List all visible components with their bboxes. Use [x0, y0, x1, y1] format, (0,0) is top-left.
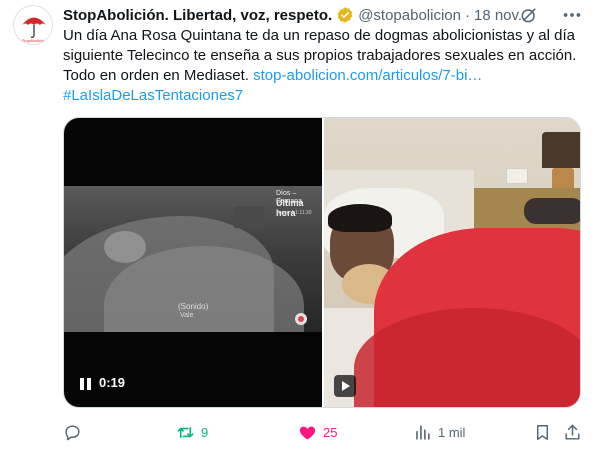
scene-lamp	[542, 132, 580, 168]
video-frame[interactable]: Díos – Semana Última hora Tengo 4 1:11:3…	[64, 186, 322, 332]
like-count: 25	[323, 424, 338, 440]
video-scene-head	[104, 231, 146, 263]
tweet-actions: 9 25 1 mil	[63, 420, 583, 444]
avatar[interactable]: StopAbolición	[13, 5, 53, 45]
bookmark-icon	[537, 424, 548, 440]
author-handle[interactable]: @stopabolicion	[358, 7, 461, 24]
retweet-count: 9	[201, 424, 209, 440]
scene-objects	[524, 198, 580, 224]
avatar-logo-text: StopAbolición	[22, 38, 46, 43]
views-count: 1 mil	[438, 424, 466, 440]
reply-button[interactable]	[63, 420, 82, 444]
hashtag-link[interactable]: #LaIslaDeLasTentaciones7	[63, 87, 243, 104]
separator-dot: ·	[464, 6, 470, 24]
media-thumbnail[interactable]	[322, 118, 580, 407]
bookmark-button[interactable]	[533, 420, 552, 444]
video-overlay-caption-2: Vale	[180, 312, 194, 319]
play-icon[interactable]	[334, 375, 356, 397]
views-button[interactable]: 1 mil	[413, 420, 465, 444]
scene-person-hair	[328, 204, 392, 232]
tweet-date[interactable]: 18 nov.	[474, 7, 522, 24]
views-chart-icon	[416, 424, 430, 440]
video-overlay-sub: Tengo 4 1:11:30	[276, 210, 312, 216]
pause-icon[interactable]	[80, 376, 94, 392]
share-button[interactable]	[563, 420, 582, 444]
tweet-media: Díos – Semana Última hora Tengo 4 1:11:3…	[63, 117, 581, 408]
share-icon	[565, 424, 580, 440]
verified-badge-icon[interactable]	[336, 6, 354, 24]
retweet-button[interactable]: 9	[176, 420, 208, 444]
video-overlay-caption: (Sonido)	[178, 302, 209, 311]
article-link[interactable]: stop-abolicion.com/articulos/7-bi…	[253, 67, 482, 84]
more-options-icon[interactable]	[561, 4, 583, 26]
video-scene-lamp	[234, 206, 264, 228]
channel-logo-icon	[295, 313, 307, 325]
like-button[interactable]: 25	[298, 420, 337, 444]
grok-icon[interactable]	[519, 5, 539, 25]
heart-icon	[299, 426, 316, 440]
tweet-text: Un día Ana Rosa Quintana te da un repaso…	[63, 26, 583, 106]
video-time: 0:19	[99, 375, 126, 390]
reply-icon	[65, 424, 80, 440]
retweet-icon	[177, 426, 194, 438]
tweet-header: StopAbolición. Libertad, voz, respeto. @…	[63, 4, 583, 26]
scene-socket	[506, 168, 528, 184]
video-player[interactable]: Díos – Semana Última hora Tengo 4 1:11:3…	[64, 118, 322, 407]
author-name[interactable]: StopAbolición. Libertad, voz, respeto.	[63, 7, 332, 24]
umbrella-logo-icon: StopAbolición	[15, 7, 52, 44]
